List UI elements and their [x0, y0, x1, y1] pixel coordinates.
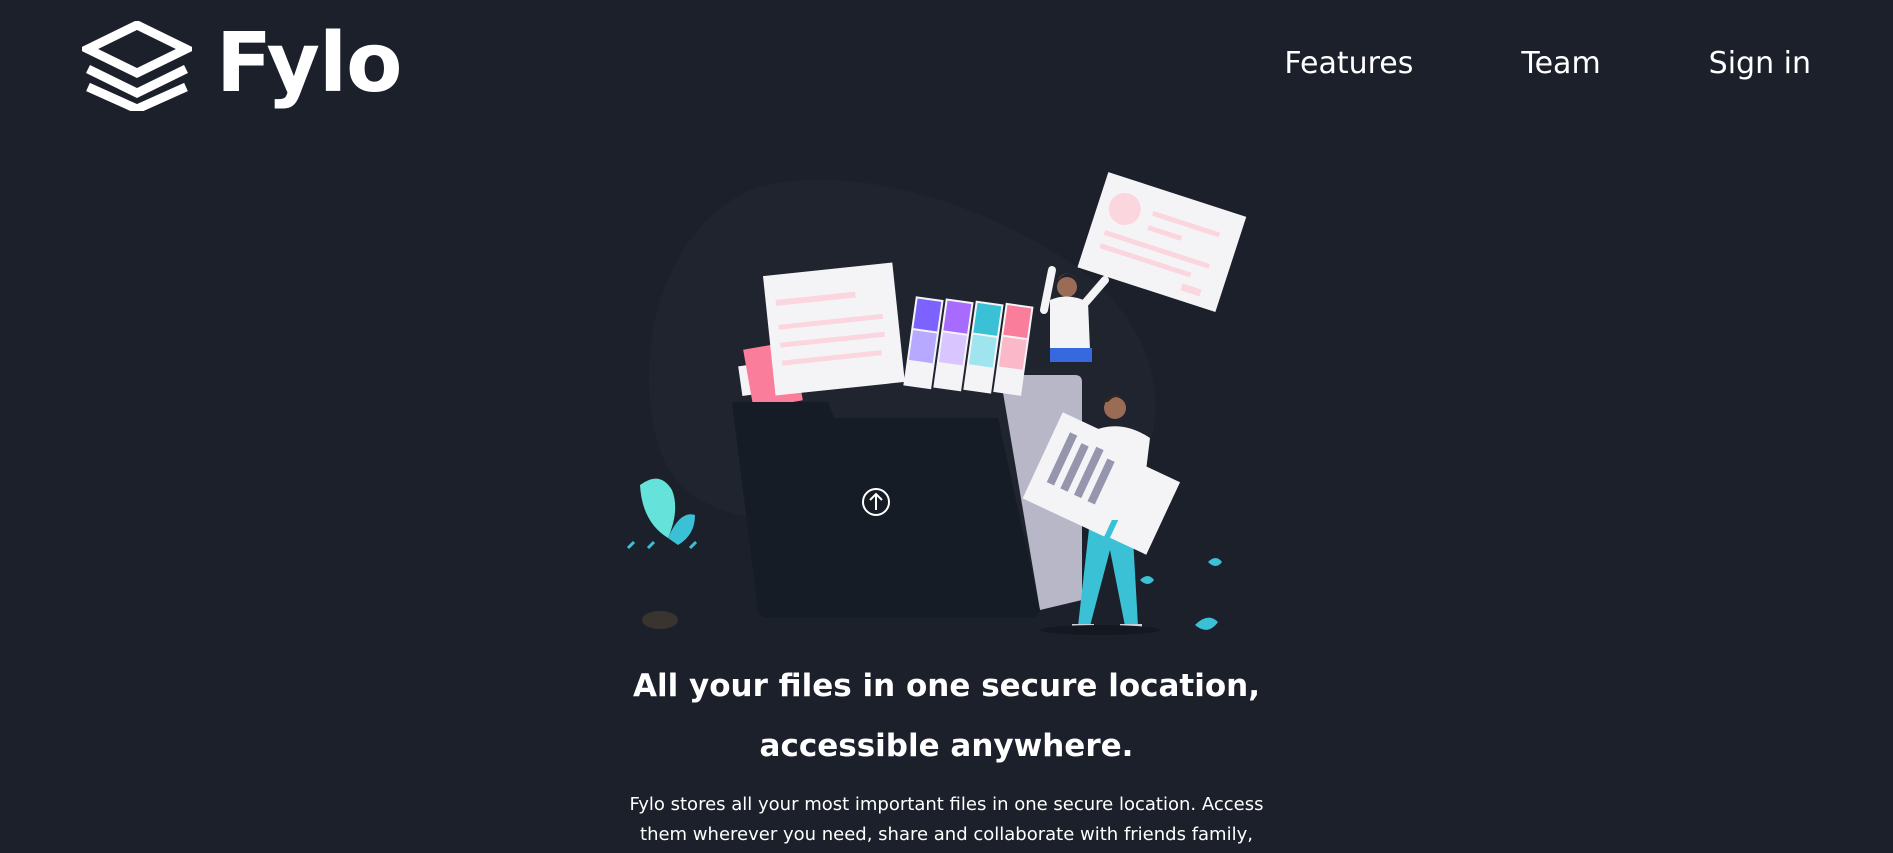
hero-title-line-1: All your files in one secure location, [632, 668, 1261, 704]
hero-title: All your files in one secure location, a… [0, 656, 1893, 776]
main-nav: Features Team Sign in [1284, 44, 1811, 84]
stacked-layers-icon [82, 21, 192, 111]
hero-description-line-1: Fylo stores all your most important file… [629, 794, 1264, 815]
logo[interactable]: Fylo [82, 16, 402, 114]
hero-illustration [626, 172, 1247, 635]
header: Fylo Features Team Sign in [0, 0, 1893, 130]
nav-link-team[interactable]: Team [1521, 44, 1600, 84]
hero-title-line-2: accessible anywhere. [759, 728, 1134, 764]
landing-page: Fylo Features Team Sign in All your file… [0, 0, 1893, 853]
nav-link-sign-in[interactable]: Sign in [1709, 44, 1811, 84]
nav-link-features[interactable]: Features [1284, 44, 1413, 84]
logo-text: Fylo [216, 16, 402, 111]
hero-description-line-2: them wherever you need, share and collab… [640, 824, 1253, 845]
hero-description: Fylo stores all your most important file… [0, 790, 1893, 850]
